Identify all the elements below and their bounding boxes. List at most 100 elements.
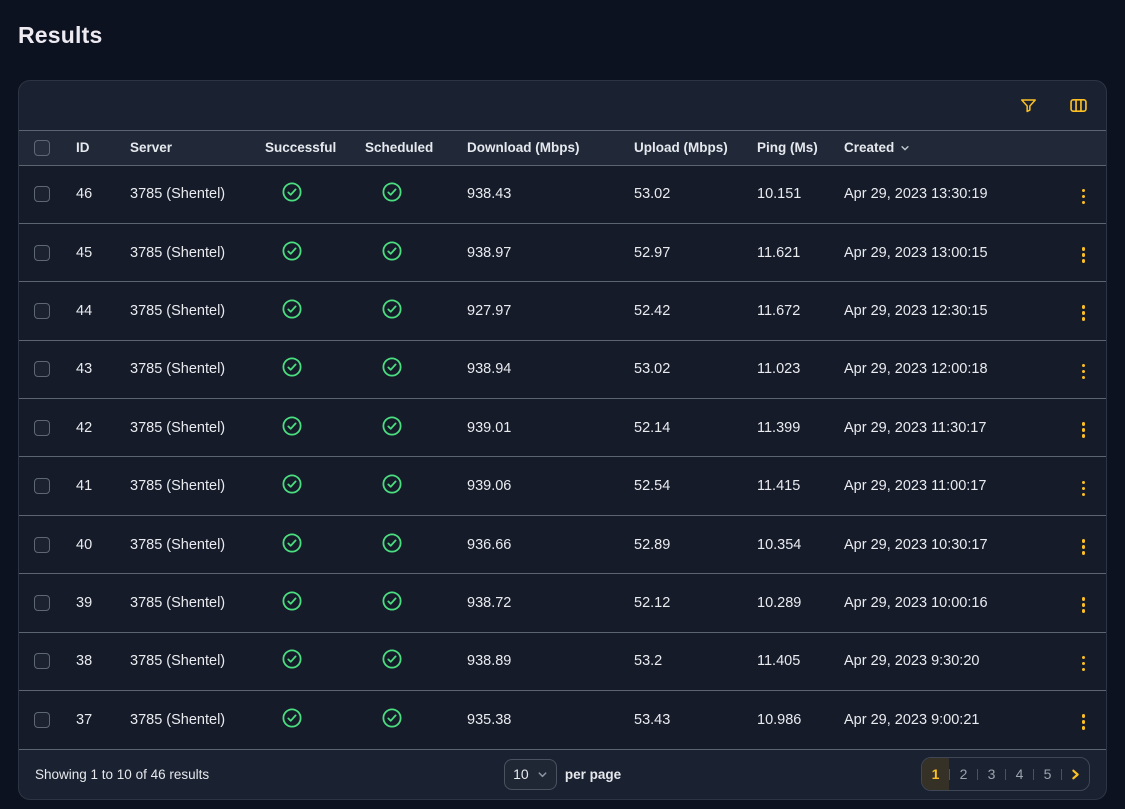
cell-created: Apr 29, 2023 10:00:16 (844, 574, 1061, 632)
row-checkbox[interactable] (34, 361, 50, 377)
row-checkbox[interactable] (34, 653, 50, 669)
cell-server: 3785 (Shentel) (130, 515, 265, 573)
header-download[interactable]: Download (Mbps) (467, 131, 634, 165)
table-header-row: ID Server Successful Scheduled Download … (19, 131, 1106, 165)
table-row[interactable]: 42 3785 (Shentel) 939.01 (19, 399, 1106, 457)
row-actions-button[interactable] (1078, 593, 1090, 617)
cell-server: 3785 (Shentel) (130, 165, 265, 223)
scheduled-check-circle-icon (381, 181, 403, 203)
cell-created: Apr 29, 2023 10:30:17 (844, 515, 1061, 573)
table-row[interactable]: 44 3785 (Shentel) 927.97 (19, 282, 1106, 340)
cell-server: 3785 (Shentel) (130, 223, 265, 281)
row-actions-button[interactable] (1078, 535, 1090, 559)
cell-server: 3785 (Shentel) (130, 457, 265, 515)
ellipsis-vertical-icon (1082, 364, 1086, 380)
table-footer: Showing 1 to 10 of 46 results 10 per pag… (19, 749, 1106, 799)
header-scheduled[interactable]: Scheduled (365, 131, 467, 165)
cell-ping: 10.151 (757, 165, 844, 223)
row-actions-button[interactable] (1078, 652, 1090, 676)
ellipsis-vertical-icon (1082, 305, 1086, 321)
pagination-next-button[interactable] (1062, 757, 1089, 791)
ellipsis-vertical-icon (1082, 481, 1086, 497)
header-ping[interactable]: Ping (Ms) (757, 131, 844, 165)
row-checkbox[interactable] (34, 420, 50, 436)
row-actions-button[interactable] (1078, 710, 1090, 734)
successful-check-circle-icon (281, 590, 303, 612)
table-row[interactable]: 39 3785 (Shentel) 938.72 (19, 574, 1106, 632)
cell-ping: 11.415 (757, 457, 844, 515)
cell-ping: 11.405 (757, 632, 844, 690)
table-row[interactable]: 41 3785 (Shentel) 939.06 (19, 457, 1106, 515)
scheduled-check-circle-icon (381, 356, 403, 378)
table-row[interactable]: 45 3785 (Shentel) 938.97 (19, 223, 1106, 281)
columns-button[interactable] (1066, 94, 1090, 118)
header-upload[interactable]: Upload (Mbps) (634, 131, 757, 165)
pagination: 12345 (921, 757, 1090, 791)
select-all-checkbox[interactable] (34, 140, 50, 156)
pagination-page-5[interactable]: 5 (1034, 757, 1061, 791)
cell-id: 42 (76, 399, 130, 457)
successful-check-circle-icon (281, 356, 303, 378)
header-server[interactable]: Server (130, 131, 265, 165)
columns-icon (1068, 95, 1089, 116)
pagination-page-1[interactable]: 1 (922, 757, 949, 791)
row-actions-button[interactable] (1078, 185, 1090, 209)
table-row[interactable]: 43 3785 (Shentel) 938.94 (19, 340, 1106, 398)
per-page-value: 10 (513, 766, 529, 782)
scheduled-check-circle-icon (381, 473, 403, 495)
ellipsis-vertical-icon (1082, 597, 1086, 613)
cell-id: 43 (76, 340, 130, 398)
row-checkbox[interactable] (34, 595, 50, 611)
pagination-page-3[interactable]: 3 (978, 757, 1005, 791)
scheduled-check-circle-icon (381, 707, 403, 729)
table-row[interactable]: 38 3785 (Shentel) 938.89 (19, 632, 1106, 690)
cell-ping: 11.621 (757, 223, 844, 281)
cell-download: 939.01 (467, 399, 634, 457)
header-created-sort[interactable]: Created (844, 140, 910, 155)
cell-created: Apr 29, 2023 11:00:17 (844, 457, 1061, 515)
table-row[interactable]: 40 3785 (Shentel) 936.66 (19, 515, 1106, 573)
cell-download: 936.66 (467, 515, 634, 573)
filter-button[interactable] (1016, 94, 1040, 118)
table-row[interactable]: 37 3785 (Shentel) 935.38 (19, 691, 1106, 749)
row-actions-button[interactable] (1078, 477, 1090, 501)
cell-download: 927.97 (467, 282, 634, 340)
page-title: Results (18, 22, 1107, 49)
pagination-page-4[interactable]: 4 (1006, 757, 1033, 791)
row-checkbox[interactable] (34, 478, 50, 494)
successful-check-circle-icon (281, 532, 303, 554)
row-checkbox[interactable] (34, 712, 50, 728)
cell-created: Apr 29, 2023 9:30:20 (844, 632, 1061, 690)
row-actions-button[interactable] (1078, 243, 1090, 267)
cell-upload: 52.54 (634, 457, 757, 515)
scheduled-check-circle-icon (381, 415, 403, 437)
results-table: ID Server Successful Scheduled Download … (19, 131, 1106, 749)
row-checkbox[interactable] (34, 303, 50, 319)
table-row[interactable]: 46 3785 (Shentel) 938.43 (19, 165, 1106, 223)
cell-upload: 52.14 (634, 399, 757, 457)
successful-check-circle-icon (281, 415, 303, 437)
pagination-page-2[interactable]: 2 (950, 757, 977, 791)
ellipsis-vertical-icon (1082, 247, 1086, 263)
results-summary: Showing 1 to 10 of 46 results (35, 767, 504, 782)
cell-ping: 11.399 (757, 399, 844, 457)
chevron-right-icon (1069, 768, 1082, 781)
row-actions-button[interactable] (1078, 360, 1090, 384)
cell-ping: 10.354 (757, 515, 844, 573)
cell-download: 938.43 (467, 165, 634, 223)
ellipsis-vertical-icon (1082, 189, 1086, 205)
row-checkbox[interactable] (34, 537, 50, 553)
header-successful[interactable]: Successful (265, 131, 365, 165)
cell-download: 938.94 (467, 340, 634, 398)
scheduled-check-circle-icon (381, 240, 403, 262)
cell-upload: 52.12 (634, 574, 757, 632)
row-actions-button[interactable] (1078, 301, 1090, 325)
cell-id: 40 (76, 515, 130, 573)
cell-created: Apr 29, 2023 13:30:19 (844, 165, 1061, 223)
row-actions-button[interactable] (1078, 418, 1090, 442)
row-checkbox[interactable] (34, 186, 50, 202)
per-page-select[interactable]: 10 (504, 759, 557, 790)
cell-upload: 53.02 (634, 340, 757, 398)
row-checkbox[interactable] (34, 245, 50, 261)
header-id[interactable]: ID (76, 131, 130, 165)
